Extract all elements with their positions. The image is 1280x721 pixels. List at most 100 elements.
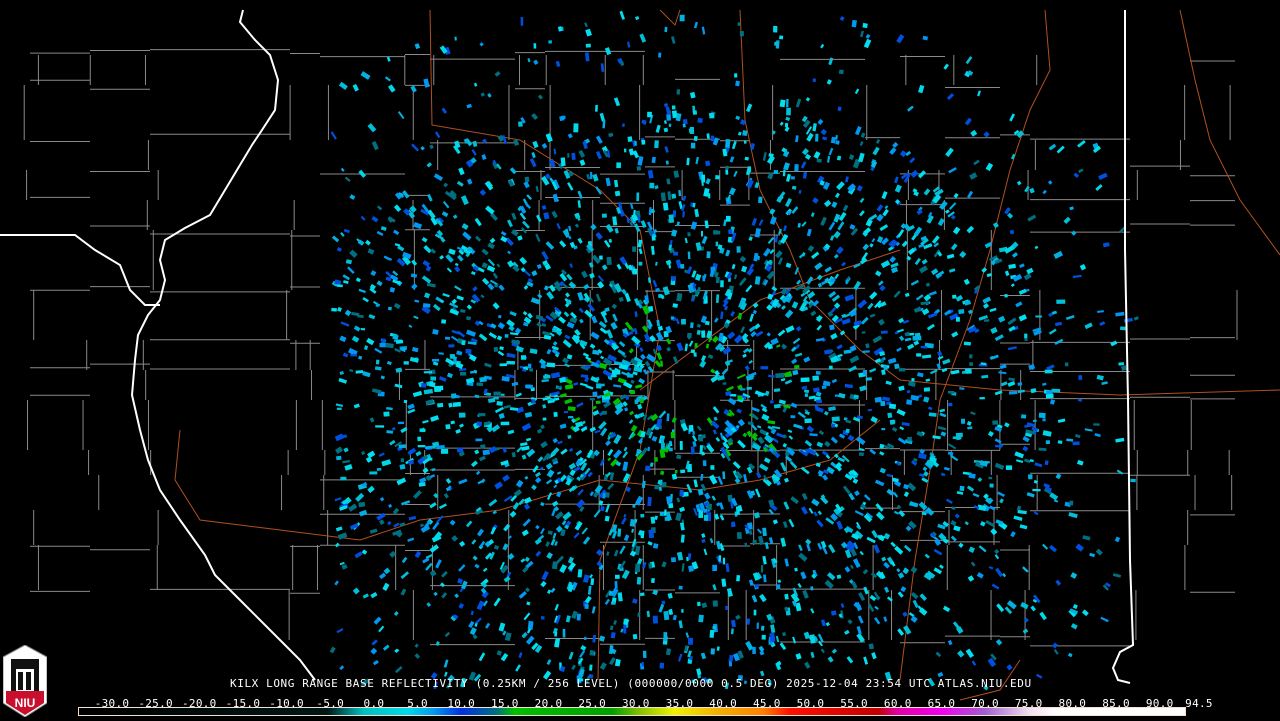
echo-pixel	[450, 420, 456, 425]
echo-pixel	[779, 35, 784, 40]
echo-pixel	[422, 557, 430, 564]
echo-pixel	[434, 385, 444, 391]
echo-pixel	[362, 593, 369, 599]
echo-pixel	[887, 412, 893, 419]
echo-pixel	[472, 634, 478, 640]
echo-pixel	[801, 221, 807, 227]
echo-pixel	[828, 544, 836, 554]
echo-pixel	[818, 430, 825, 436]
echo-pixel	[783, 225, 788, 232]
echo-pixel	[715, 277, 720, 284]
echo-pixel	[613, 384, 622, 388]
echo-pixel	[965, 56, 973, 65]
echo-pixel	[342, 280, 349, 284]
echo-pixel	[744, 156, 749, 161]
echo-pixel	[728, 654, 734, 662]
echo-pixel	[367, 485, 375, 494]
echo-pixel	[875, 270, 882, 277]
echo-pixel	[559, 376, 567, 383]
echo-pixel	[886, 473, 893, 478]
echo-pixel	[670, 229, 678, 237]
echo-pixel	[1004, 422, 1010, 428]
echo-pixel	[822, 136, 828, 141]
echo-pixel	[606, 256, 612, 265]
echo-pixel	[522, 220, 530, 229]
echo-pixel	[500, 230, 507, 237]
echo-pixel	[423, 388, 434, 395]
echo-pixel	[662, 202, 669, 211]
echo-pixel	[845, 428, 850, 434]
echo-pixel	[823, 410, 829, 416]
echo-pixel	[995, 567, 1004, 577]
echo-pixel	[393, 229, 400, 236]
echo-pixel	[339, 665, 345, 671]
echo-pixel	[790, 176, 795, 180]
echo-pixel	[630, 424, 638, 433]
echo-pixel	[717, 476, 724, 486]
echo-pixel	[521, 529, 529, 537]
echo-pixel	[392, 507, 400, 515]
echo-pixel	[685, 491, 689, 497]
echo-pixel	[425, 265, 432, 272]
echo-pixel	[1102, 242, 1110, 248]
echo-pixel	[820, 619, 826, 627]
echo-pixel	[790, 496, 799, 505]
echo-pixel	[395, 665, 403, 674]
echo-pixel	[969, 362, 974, 367]
echo-pixel	[769, 216, 777, 225]
echo-pixel	[800, 571, 807, 580]
echo-pixel	[539, 501, 545, 507]
echo-pixel	[1000, 381, 1008, 387]
echo-pixel	[640, 353, 646, 360]
echo-pixel	[623, 513, 627, 518]
echo-pixel	[968, 472, 976, 479]
echo-pixel	[614, 190, 621, 197]
echo-pixel	[614, 227, 619, 234]
echo-pixel	[408, 515, 417, 521]
echo-pixel	[600, 63, 605, 72]
product-title: KILX LONG RANGE BASE REFLECTIVITY (0.25K…	[230, 677, 1032, 690]
echo-pixel	[422, 467, 429, 474]
echo-pixel	[651, 245, 655, 255]
echo-pixel	[995, 638, 1003, 646]
echo-pixel	[622, 473, 631, 483]
echo-pixel	[663, 120, 667, 124]
echo-pixel	[627, 136, 633, 142]
echo-pixel	[426, 282, 436, 288]
echo-pixel	[599, 255, 603, 260]
echo-pixel	[959, 485, 965, 492]
echo-pixel	[581, 270, 588, 279]
echo-pixel	[951, 506, 956, 511]
echo-pixel	[1008, 263, 1016, 269]
echo-pixel	[506, 352, 516, 359]
echo-pixel	[553, 638, 561, 648]
echo-pixel	[689, 126, 695, 134]
echo-pixel	[664, 146, 669, 153]
echo-pixel	[735, 115, 741, 121]
echo-pixel	[419, 523, 425, 528]
echo-pixel	[423, 371, 432, 374]
echo-pixel	[831, 648, 837, 654]
echo-pixel	[468, 620, 475, 629]
echo-pixel	[498, 412, 505, 420]
echo-pixel	[858, 592, 866, 602]
echo-pixel	[756, 425, 762, 429]
echo-pixel	[651, 578, 655, 583]
echo-pixel	[535, 233, 541, 242]
echo-pixel	[737, 439, 746, 449]
echo-pixel	[697, 117, 703, 124]
echo-pixel	[816, 324, 823, 331]
echo-pixel	[654, 140, 659, 149]
echo-pixel	[647, 446, 650, 452]
echo-pixel	[655, 261, 658, 266]
echo-pixel	[860, 316, 869, 325]
echo-pixel	[571, 664, 576, 671]
echo-pixel	[373, 616, 382, 625]
echo-pixel	[867, 302, 874, 310]
echo-pixel	[1057, 440, 1063, 444]
echo-pixel	[705, 178, 711, 185]
echo-pixel	[853, 280, 862, 291]
echo-pixel	[910, 394, 920, 401]
echo-pixel	[865, 343, 870, 349]
echo-pixel	[389, 287, 396, 293]
